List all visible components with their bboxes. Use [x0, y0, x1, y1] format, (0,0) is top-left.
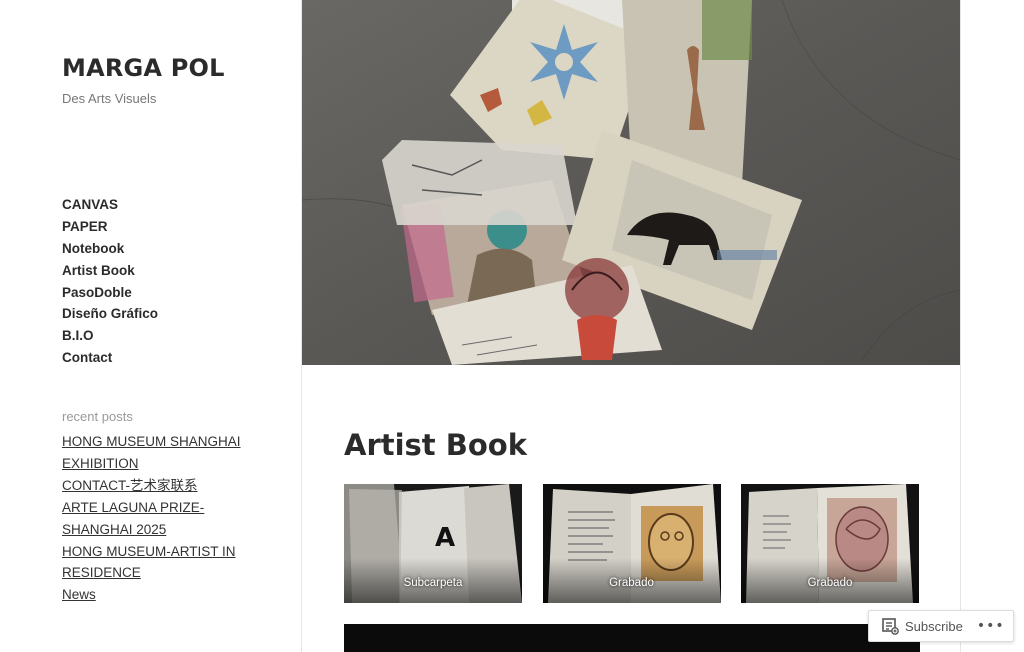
- recent-post-link[interactable]: HONG MUSEUM-ARTIST IN RESIDENCE: [62, 544, 236, 581]
- header-image: [302, 0, 960, 365]
- nav-item-diseno-grafico[interactable]: Diseño Gráfico: [62, 306, 158, 321]
- gallery: A Subcarpeta Grabado Grabado: [344, 484, 919, 604]
- subscribe-bar: Subscribe •••: [868, 610, 1014, 642]
- gallery-caption: Grabado: [807, 577, 853, 589]
- recent-post-link[interactable]: News: [62, 587, 96, 602]
- sidebar: MARGA POL Des Arts Visuels CANVAS PAPER …: [0, 0, 301, 652]
- site-description: Des Arts Visuels: [62, 91, 157, 106]
- gallery-item[interactable]: [344, 624, 920, 652]
- gallery-caption: Subcarpeta: [403, 577, 463, 589]
- nav-item-artist-book[interactable]: Artist Book: [62, 263, 135, 278]
- nav-item-pasodoble[interactable]: PasoDoble: [62, 285, 132, 300]
- nav-item-paper[interactable]: PAPER: [62, 219, 108, 234]
- recent-post-link[interactable]: HONG MUSEUM SHANGHAI EXHIBITION: [62, 434, 241, 471]
- recent-posts-list: HONG MUSEUM SHANGHAI EXHIBITION CONTACT-…: [62, 431, 262, 606]
- gallery-item[interactable]: Grabado: [542, 484, 721, 603]
- nav-item-bio[interactable]: B.I.O: [62, 328, 94, 343]
- recent-posts-heading: recent posts: [62, 409, 133, 424]
- site-title[interactable]: MARGA POL: [62, 54, 225, 82]
- nav-item-notebook[interactable]: Notebook: [62, 241, 124, 256]
- gallery-caption: Grabado: [609, 577, 654, 589]
- nav-item-contact[interactable]: Contact: [62, 350, 112, 365]
- main-content: Artist Book A Subcarpeta Grabado Grabado: [301, 0, 961, 652]
- subscribe-button[interactable]: Subscribe: [905, 619, 963, 634]
- page-title: Artist Book: [344, 428, 528, 462]
- recent-post-link[interactable]: ARTE LAGUNA PRIZE- SHANGHAI 2025: [62, 500, 204, 537]
- main-navigation: CANVAS PAPER Notebook Artist Book PasoDo…: [62, 194, 158, 369]
- tile-letter: A: [435, 523, 455, 553]
- recent-post-link[interactable]: CONTACT-艺术家联系: [62, 478, 198, 493]
- gallery-item[interactable]: A Subcarpeta: [344, 484, 522, 603]
- gallery-item[interactable]: Grabado: [741, 484, 919, 603]
- nav-item-canvas[interactable]: CANVAS: [62, 197, 118, 212]
- reader-icon: [882, 618, 899, 635]
- more-options-button[interactable]: •••: [977, 618, 1005, 634]
